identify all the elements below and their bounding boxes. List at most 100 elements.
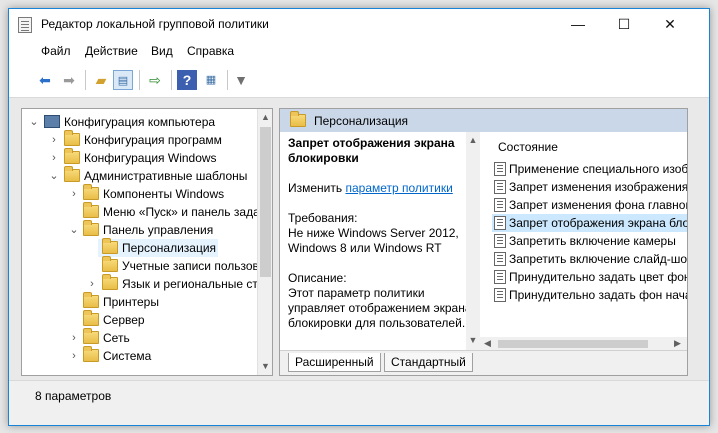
tree-item-label: Конфигурация Windows — [84, 151, 217, 165]
tree-toggle-icon[interactable]: ⌄ — [68, 221, 80, 239]
folder-icon — [83, 310, 99, 326]
list-item[interactable]: Принудительно задать фон начального — [492, 286, 687, 304]
tree-toggle-icon[interactable]: › — [48, 131, 60, 149]
tree-toggle-icon[interactable]: › — [48, 149, 60, 167]
console-tree: ⌄ Конфигурация компьютера › Конфигурация… — [21, 108, 273, 376]
tree-item-label: Принтеры — [103, 295, 159, 309]
list-item-label: Принудительно задать фон начального — [509, 288, 687, 302]
tree-item-label: Сервер — [103, 313, 145, 327]
scroll-up-icon[interactable]: ▲ — [258, 109, 272, 126]
tree-item-label: Административные шаблоны — [84, 169, 248, 183]
menu-help[interactable]: Справка — [187, 44, 234, 58]
menu-file[interactable]: Файл — [41, 44, 71, 58]
policy-title: Запрет отображения экрана блокировки — [288, 136, 455, 165]
status-text: 8 параметров — [35, 389, 112, 403]
policy-setting-icon — [494, 270, 506, 284]
folder-icon — [83, 220, 99, 236]
folder-icon — [102, 274, 118, 290]
tree-toggle-icon[interactable]: › — [68, 185, 80, 203]
tree-item-control-panel[interactable]: ⌄ Панель управления — [22, 220, 257, 239]
policy-setting-icon — [494, 180, 506, 194]
tree-item-user-accounts[interactable]: Учетные записи пользователей — [22, 256, 272, 275]
list-item[interactable]: Запретить включение камеры — [492, 232, 687, 250]
toolbar-separator — [85, 70, 86, 90]
up-folder-icon[interactable]: ▰ — [91, 70, 111, 90]
tree-toggle-icon[interactable]: ⌄ — [48, 167, 60, 185]
details-pane: Персонализация Запрет отображения экрана… — [279, 108, 688, 376]
edit-policy-link[interactable]: параметр политики — [345, 181, 452, 195]
maximize-button[interactable]: ☐ — [601, 9, 647, 40]
details-header: Персонализация — [280, 109, 687, 132]
tree-item-start-menu[interactable]: Меню «Пуск» и панель задач — [22, 202, 266, 221]
folder-icon — [102, 256, 118, 272]
scroll-up-icon[interactable]: ▲ — [466, 132, 480, 149]
tree-item-label: Сеть — [103, 331, 130, 345]
filter-icon[interactable]: ▼ — [231, 70, 251, 90]
tree-scrollbar[interactable]: ▲ ▼ — [257, 109, 272, 375]
scroll-down-icon[interactable]: ▼ — [258, 358, 272, 375]
description-scrollbar[interactable]: ▲ ▼ — [466, 132, 480, 350]
edit-prefix: Изменить — [288, 181, 346, 195]
minimize-button[interactable]: — — [555, 9, 601, 40]
tree-item-personalization[interactable]: Персонализация — [98, 238, 218, 257]
back-arrow-icon[interactable]: ⬅ — [35, 70, 55, 90]
menu-view[interactable]: Вид — [151, 44, 173, 58]
toolbar: ⬅ ➡ ▰ ▤ ⇨ ? ▦ ▼ — [9, 62, 709, 98]
policy-setting-icon — [494, 252, 506, 266]
export-list-icon[interactable]: ⇨ — [145, 70, 165, 90]
scroll-down-icon[interactable]: ▼ — [466, 332, 480, 349]
tree-item-software-config[interactable]: › Конфигурация программ — [22, 130, 257, 149]
tree-item-regional[interactable]: › Язык и региональные стандарты — [22, 274, 272, 293]
toolbar-separator — [227, 70, 228, 90]
close-button[interactable]: ✕ — [647, 9, 693, 40]
scroll-thumb[interactable] — [260, 127, 271, 277]
tree-item-label: Язык и региональные стандарты — [122, 277, 272, 291]
list-item[interactable]: Запрет изменения изображения — [492, 178, 687, 196]
forward-arrow-icon[interactable]: ➡ — [59, 70, 79, 90]
tree-toggle-icon[interactable]: › — [86, 275, 98, 293]
tree-toggle-icon[interactable]: › — [68, 347, 80, 365]
tree-item-system[interactable]: › Система — [22, 346, 257, 365]
tree-item-network[interactable]: › Сеть — [22, 328, 257, 347]
show-tree-icon[interactable]: ▤ — [113, 70, 133, 90]
computer-icon — [44, 115, 60, 128]
folder-icon — [64, 166, 80, 182]
menu-action[interactable]: Действие — [85, 44, 138, 58]
list-item-label: Запрет изменения изображения — [509, 180, 687, 194]
list-item[interactable]: Применение специального изображения — [492, 160, 687, 178]
folder-icon — [83, 346, 99, 362]
list-horizontal-scrollbar[interactable]: ◀ ▶ — [480, 337, 687, 351]
list-item-selected[interactable]: Запрет отображения экрана блокировки — [492, 214, 687, 232]
tree-item-windows-components[interactable]: › Компоненты Windows — [22, 184, 257, 203]
list-item[interactable]: Запретить включение слайд-шоу — [492, 250, 687, 268]
tab-extended[interactable]: Расширенный — [288, 353, 381, 372]
policy-description: Запрет отображения экрана блокировки Изм… — [280, 132, 480, 352]
list-item-label: Применение специального изображения — [509, 162, 687, 176]
policy-setting-icon — [494, 198, 506, 212]
properties-icon[interactable]: ▦ — [201, 70, 221, 90]
status-bar: 8 параметров — [9, 380, 709, 425]
list-item-label: Принудительно задать цвет фона — [509, 270, 687, 284]
tree-item-admin-templates[interactable]: ⌄ Административные шаблоны — [22, 166, 257, 185]
tree-item-printers[interactable]: Принтеры — [22, 292, 257, 311]
help-icon[interactable]: ? — [177, 70, 197, 90]
list-item[interactable]: Принудительно задать цвет фона — [492, 268, 687, 286]
policy-setting-icon — [494, 234, 506, 248]
tree-item-label: Учетные записи пользователей — [122, 259, 272, 273]
column-header-state[interactable]: Состояние — [498, 140, 558, 154]
list-item-label: Запрет отображения экрана блокировки — [509, 216, 687, 230]
tree-item-windows-config[interactable]: › Конфигурация Windows — [22, 148, 257, 167]
list-item-label: Запрет изменения фона главного — [509, 198, 687, 212]
folder-icon — [83, 184, 99, 200]
tree-toggle-icon[interactable]: ⌄ — [28, 113, 40, 131]
policy-list: Состояние Применение специального изобра… — [480, 132, 687, 362]
tab-standard[interactable]: Стандартный — [384, 353, 473, 372]
tree-toggle-icon[interactable]: › — [68, 329, 80, 347]
tree-item-computer-config[interactable]: ⌄ Конфигурация компьютера — [22, 113, 257, 131]
policy-setting-icon — [494, 288, 506, 302]
tree-item-server[interactable]: Сервер — [22, 310, 257, 329]
scroll-thumb[interactable] — [498, 340, 648, 348]
list-item[interactable]: Запрет изменения фона главного — [492, 196, 687, 214]
title-bar[interactable]: Редактор локальной групповой политики — … — [9, 9, 709, 40]
policy-editor-icon — [18, 17, 32, 33]
